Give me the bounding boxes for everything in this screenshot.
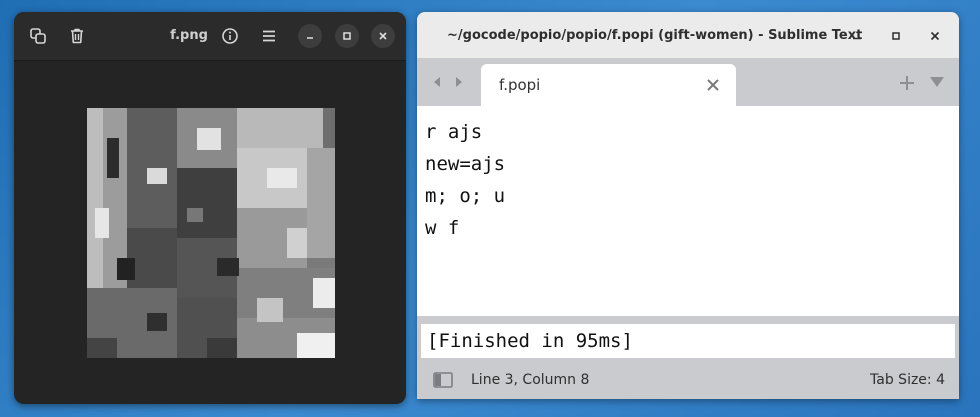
viewer-header-bar: f.png — [14, 12, 406, 61]
tab-f-popi[interactable]: f.popi — [481, 64, 736, 106]
window-title: ~/gocode/popio/popio/f.popi (gift-women)… — [447, 28, 863, 43]
tab-close-icon[interactable] — [706, 78, 720, 92]
trash-icon[interactable] — [65, 24, 89, 48]
info-icon[interactable] — [218, 24, 242, 48]
title-bar: ~/gocode/popio/popio/f.popi (gift-women)… — [417, 12, 959, 58]
image-viewer-window: f.png — [14, 12, 406, 404]
status-bar: Line 3, Column 8 Tab Size: 4 — [417, 361, 959, 399]
displayed-image — [87, 108, 335, 358]
code-line[interactable]: m; o; u — [425, 180, 951, 212]
close-button[interactable] — [371, 24, 395, 48]
minimize-button[interactable] — [298, 24, 322, 48]
minimize-icon — [307, 37, 313, 39]
maximize-button[interactable] — [335, 24, 359, 48]
minimize-icon — [853, 37, 861, 40]
tab-list-dropdown-icon[interactable] — [929, 76, 945, 88]
code-line[interactable]: new=ajs — [425, 148, 951, 180]
build-output-text: [Finished in 95ms] — [427, 330, 633, 352]
maximize-icon — [343, 32, 351, 40]
maximize-icon — [892, 32, 900, 40]
tab-bar: f.popi — [417, 58, 959, 106]
close-icon — [930, 31, 940, 41]
editor-area[interactable]: r ajs new=ajs m; o; u w f — [417, 106, 959, 316]
tab-scroll-left-icon[interactable] — [431, 76, 443, 88]
build-output-panel[interactable]: [Finished in 95ms] — [421, 324, 955, 358]
hamburger-menu-icon[interactable] — [257, 24, 281, 48]
close-icon — [379, 32, 387, 40]
copy-icon[interactable] — [26, 24, 50, 48]
toggle-panel-icon[interactable] — [433, 372, 453, 388]
code-line[interactable]: r ajs — [425, 116, 951, 148]
minimize-button[interactable] — [849, 28, 865, 44]
sublime-text-window: ~/gocode/popio/popio/f.popi (gift-women)… — [417, 12, 959, 399]
cursor-position: Line 3, Column 8 — [471, 372, 590, 388]
new-tab-plus-icon[interactable] — [899, 75, 915, 91]
tab-label: f.popi — [499, 76, 541, 94]
tab-scroll-right-icon[interactable] — [453, 76, 465, 88]
maximize-button[interactable] — [888, 28, 904, 44]
tab-size-indicator[interactable]: Tab Size: 4 — [870, 361, 945, 399]
code-line[interactable]: w f — [425, 212, 951, 244]
close-button[interactable] — [927, 28, 943, 44]
